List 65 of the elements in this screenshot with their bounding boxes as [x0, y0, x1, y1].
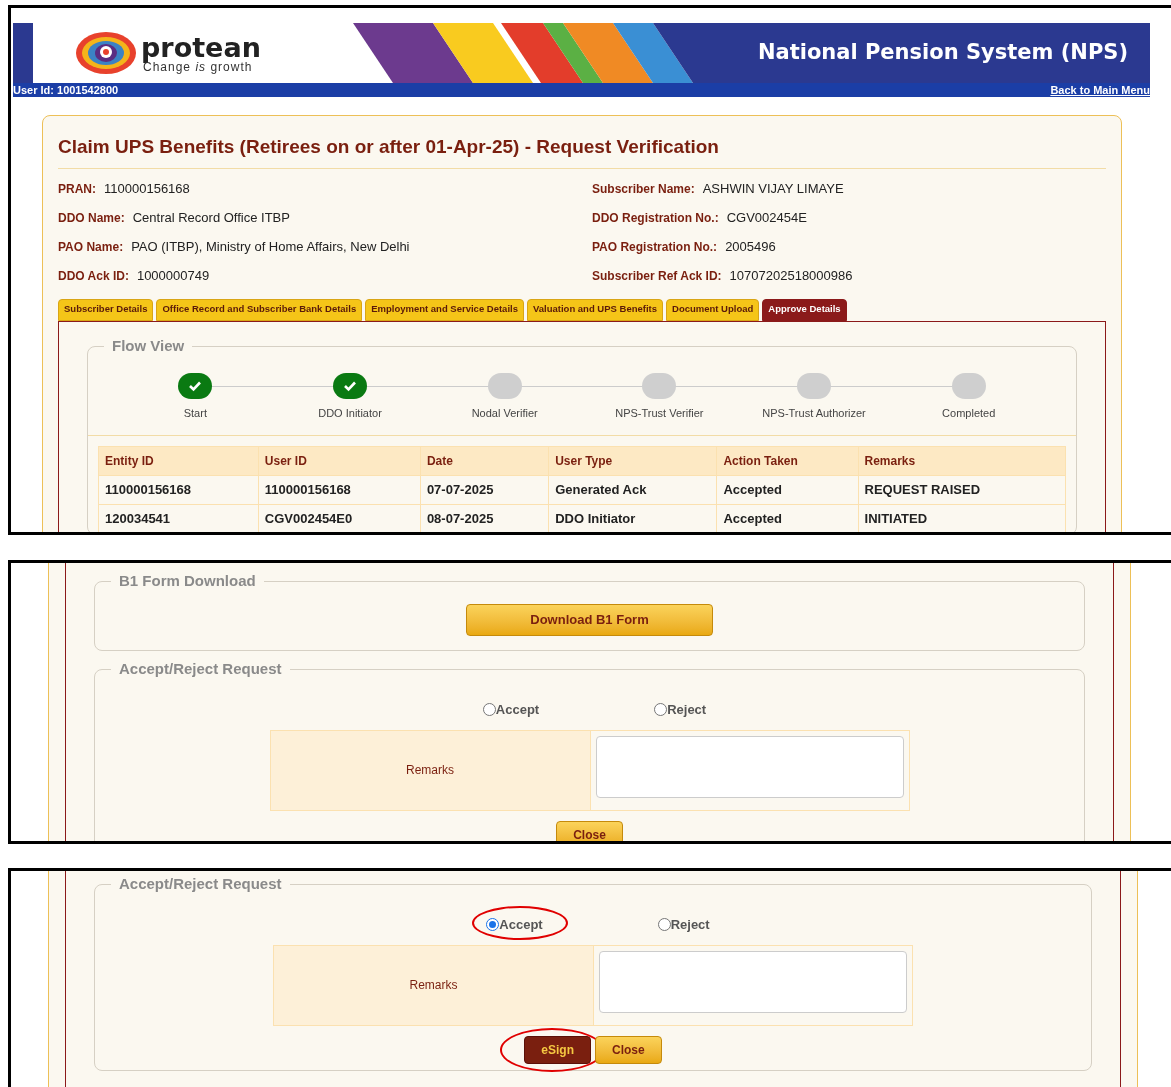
page-title: Claim UPS Benefits (Retirees on or after 01-Apr-25) - Request Verification: [58, 133, 1106, 169]
tab[interactable]: Office Record and Subscriber Bank Details: [156, 298, 363, 321]
tab[interactable]: Subscriber Details: [58, 298, 154, 321]
back-link[interactable]: Back to Main Menu: [1050, 84, 1150, 96]
download-button[interactable]: Download B1 Form: [466, 604, 713, 636]
field-value: CGV002454E: [726, 209, 807, 228]
field-label: Subscriber Ref Ack ID:: [592, 268, 722, 285]
step-label: NPS-Trust Verifier: [615, 405, 704, 421]
field-value: ASHWIN VIJAY LIMAYE: [702, 180, 844, 199]
field-value: PAO (ITBP), Ministry of Home Affairs, New Delhi: [131, 238, 410, 257]
column-header: Entity ID: [98, 446, 259, 476]
table-cell: Generated Ack: [548, 475, 717, 505]
remarks-label: Remarks: [274, 945, 594, 1025]
close-button[interactable]: Close: [556, 820, 623, 841]
tab[interactable]: Approve Details: [762, 298, 847, 321]
table-cell: REQUEST RAISED: [858, 475, 1066, 505]
step-label: Nodal Verifier: [471, 405, 538, 421]
user-id: User Id: 1001542800: [13, 84, 119, 96]
table-cell: Accepted: [716, 475, 858, 505]
field-label: PAO Registration No.:: [592, 239, 718, 256]
field-value: 2005496: [725, 238, 776, 257]
field-label: DDO Name:: [58, 210, 125, 227]
field-label: DDO Ack ID:: [58, 268, 129, 285]
field-value: 1000000749: [136, 267, 210, 286]
radio-option[interactable]: Accept: [482, 700, 540, 720]
section-title: Accept/Reject Request: [111, 875, 290, 893]
site-title: National Pension System (NPS): [757, 39, 1128, 67]
radio-button[interactable]: [482, 703, 496, 717]
remarks-field[interactable]: [599, 950, 907, 1013]
table-cell: 07-07-2025: [420, 475, 549, 505]
tab[interactable]: Valuation and UPS Benefits: [526, 298, 664, 321]
column-header: Action Taken: [716, 446, 858, 476]
column-header: Date: [420, 446, 549, 476]
field-label: PAO Name:: [58, 239, 124, 256]
column-header: Remarks: [858, 446, 1066, 476]
table-cell: 120034541: [98, 504, 259, 532]
radio-option[interactable]: Reject: [657, 915, 710, 935]
radio-button[interactable]: [657, 918, 671, 932]
step-label: NPS-Trust Authorizer: [762, 405, 866, 421]
column-header: User Type: [548, 446, 717, 476]
radio-option[interactable]: Accept: [486, 915, 543, 935]
column-header: User ID: [258, 446, 421, 476]
remarks-field[interactable]: [595, 735, 904, 798]
logo-icon: [75, 30, 137, 76]
field-value: 110000156168: [104, 180, 190, 199]
close-button[interactable]: Close: [595, 1035, 662, 1064]
tab[interactable]: Employment and Service Details: [365, 298, 524, 321]
logo-name: protean: [141, 33, 261, 61]
radio-button[interactable]: [654, 703, 668, 717]
remarks-label: Remarks: [270, 730, 591, 810]
table-cell: 110000156168: [258, 475, 421, 505]
field-value: Central Record Office ITBP: [132, 209, 290, 228]
radio-option[interactable]: Reject: [654, 700, 707, 720]
esign-button[interactable]: eSign: [524, 1035, 591, 1064]
field-value: 10707202518000986: [729, 267, 853, 286]
step-label: Completed: [942, 405, 996, 421]
tab[interactable]: Document Upload: [666, 298, 760, 321]
step-label: Start: [183, 405, 207, 421]
field-label: Subscriber Name:: [592, 181, 695, 198]
field-label: DDO Registration No.:: [592, 210, 719, 227]
section-title: Accept/Reject Request: [111, 660, 290, 678]
table-cell: 110000156168: [98, 475, 259, 505]
step-label: DDO Initiator: [318, 405, 382, 421]
radio-button[interactable]: [486, 918, 500, 932]
field-label: PRAN:: [58, 181, 96, 198]
